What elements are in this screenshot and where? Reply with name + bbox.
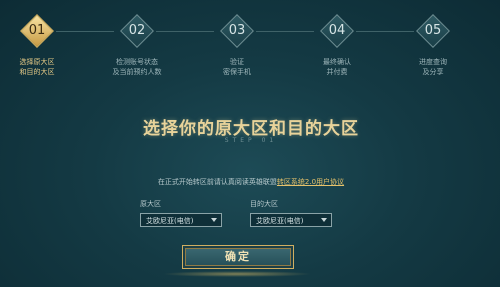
- source-region-value: 艾欧尼亚(电信): [146, 217, 194, 225]
- step-number: 03: [228, 23, 246, 38]
- step-number: 04: [328, 23, 346, 38]
- step-number: 05: [424, 23, 442, 38]
- step-progress: 01 选择原大区 和目的大区 02 检测账号状态 及当前预约人数 03 验证 密…: [0, 0, 500, 80]
- source-region-select[interactable]: 艾欧尼亚(电信): [140, 213, 222, 227]
- target-region-label: 目的大区: [250, 200, 278, 208]
- step-5: 05 进度查询 及分享: [396, 13, 470, 77]
- confirm-button[interactable]: 确定: [182, 245, 294, 269]
- agreement-text: 在正式开始转区前请认真阅读英雄联盟: [157, 178, 277, 186]
- step-label: 最终确认 并付费: [323, 58, 351, 76]
- step-caption: STEP 01: [224, 137, 278, 144]
- step-3: 03 验证 密保手机: [200, 13, 274, 77]
- button-glow: [162, 271, 312, 277]
- target-region-value: 艾欧尼亚(电信): [256, 217, 304, 225]
- source-region-label: 原大区: [140, 200, 161, 208]
- target-region-select[interactable]: 艾欧尼亚(电信): [250, 213, 332, 227]
- source-region-field: 原大区 艾欧尼亚(电信): [140, 199, 222, 227]
- target-region-field: 目的大区 艾欧尼亚(电信): [250, 199, 332, 227]
- step-1: 01 选择原大区 和目的大区: [0, 13, 74, 77]
- page-title: 选择你的原大区和目的大区: [143, 119, 359, 139]
- step-label: 进度查询 及分享: [419, 58, 447, 76]
- step-number: 01: [28, 23, 46, 38]
- step-4: 04 最终确认 并付费: [300, 13, 374, 77]
- agreement-link[interactable]: 转区系统2.0用户协议: [277, 178, 344, 186]
- agreement-notice: 在正式开始转区前请认真阅读英雄联盟转区系统2.0用户协议: [104, 177, 398, 187]
- region-select-panel: 选择你的原大区和目的大区 STEP 01 在正式开始转区前请认真阅读英雄联盟转区…: [104, 96, 398, 277]
- chevron-down-icon: [321, 218, 327, 222]
- step-2: 02 检测账号状态 及当前预约人数: [100, 13, 174, 77]
- step-number: 02: [128, 23, 146, 38]
- chevron-down-icon: [211, 218, 217, 222]
- step-label: 选择原大区 和目的大区: [19, 58, 55, 76]
- step-label: 检测账号状态 及当前预约人数: [112, 58, 162, 76]
- step-label: 验证 密保手机: [223, 58, 251, 76]
